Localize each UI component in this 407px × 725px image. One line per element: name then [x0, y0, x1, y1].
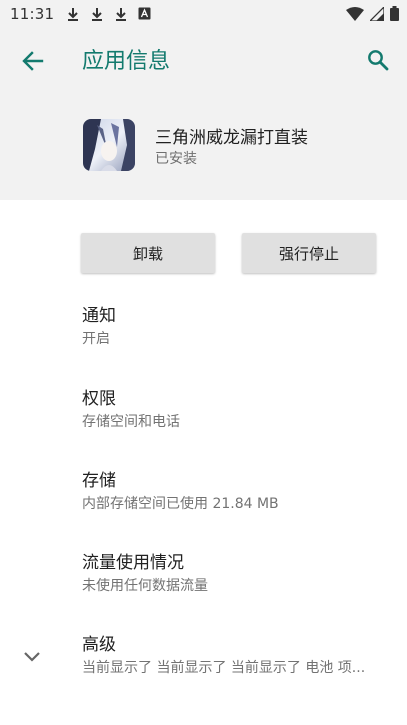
setting-title: 通知 — [82, 306, 116, 326]
search-button[interactable] — [363, 45, 393, 75]
permissions-setting[interactable]: 权限 存储空间和电话 — [82, 388, 392, 432]
setting-summary: 存储空间和电话 — [82, 414, 180, 430]
expand-advanced-button[interactable] — [20, 645, 44, 669]
download-icon — [92, 7, 103, 21]
notifications-setting[interactable]: 通知 开启 — [82, 305, 392, 349]
setting-title: 流量使用情况 — [82, 553, 184, 573]
app-icon — [83, 119, 135, 171]
advanced-setting[interactable]: 高级 当前显示了 当前显示了 当前显示了 电池 项... — [82, 634, 392, 678]
storage-setting[interactable]: 存储 内部存储空间已使用 21.84 MB — [82, 470, 392, 514]
notification-icons — [66, 7, 151, 21]
system-status-icons — [346, 6, 399, 21]
setting-title: 权限 — [82, 389, 116, 409]
uninstall-button[interactable]: 卸载 — [81, 233, 215, 273]
search-icon — [368, 50, 389, 71]
wifi-icon — [346, 6, 364, 21]
download-icon — [116, 7, 127, 21]
page-title: 应用信息 — [82, 49, 171, 74]
app-notification-icon — [138, 7, 151, 20]
app-name: 三角洲威龙漏打直装 — [155, 128, 308, 148]
app-install-status: 已安装 — [155, 151, 197, 167]
setting-title: 高级 — [82, 635, 116, 655]
app-header: 三角洲威龙漏打直装 已安装 — [0, 94, 407, 200]
status-time: 11:31 — [10, 4, 55, 23]
app-bar: 应用信息 — [0, 27, 407, 94]
chevron-down-icon — [24, 652, 40, 662]
setting-summary: 未使用任何数据流量 — [82, 578, 208, 594]
back-button[interactable] — [18, 46, 48, 76]
signal-icon — [370, 6, 384, 21]
force-stop-button[interactable]: 强行停止 — [242, 233, 376, 273]
download-icon — [68, 7, 79, 21]
setting-summary: 内部存储空间已使用 21.84 MB — [82, 496, 279, 512]
arrow-back-icon — [22, 51, 44, 71]
data-usage-setting[interactable]: 流量使用情况 未使用任何数据流量 — [82, 552, 392, 596]
status-bar: 11:31 — [0, 0, 407, 27]
setting-title: 存储 — [82, 471, 116, 491]
battery-icon — [390, 6, 399, 21]
setting-summary: 当前显示了 当前显示了 当前显示了 电池 项... — [82, 660, 366, 676]
setting-summary: 开启 — [82, 331, 110, 347]
